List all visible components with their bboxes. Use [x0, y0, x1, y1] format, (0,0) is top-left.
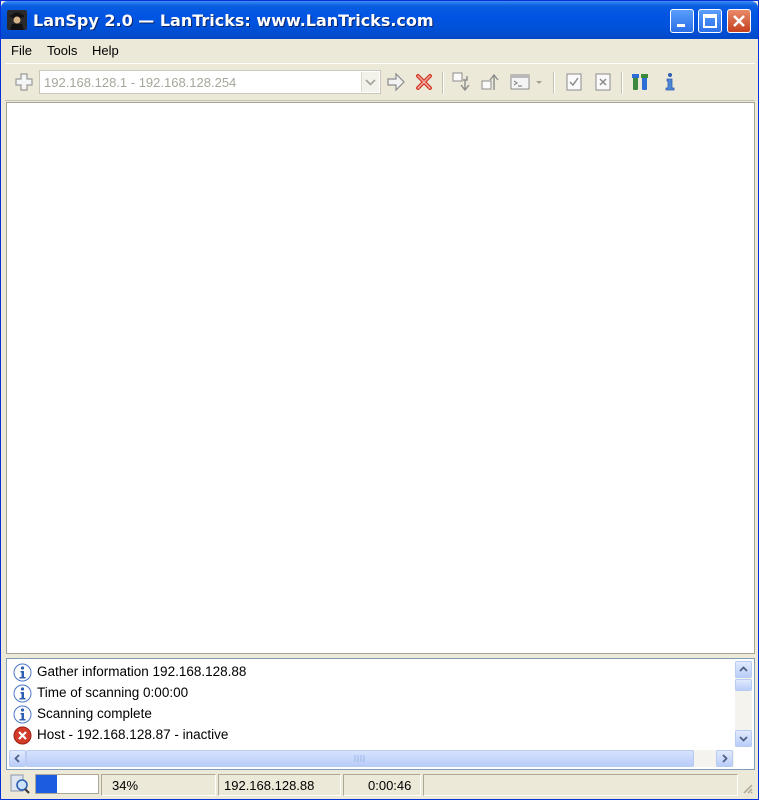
- maximize-button[interactable]: [698, 9, 722, 33]
- progress-percent: 34%: [112, 778, 139, 793]
- scroll-right-button[interactable]: [716, 750, 733, 767]
- scroll-up-button[interactable]: [735, 661, 752, 678]
- vertical-scroll-thumb[interactable]: [735, 679, 752, 691]
- log-entry-text: Host - 192.168.128.87 - inactive: [37, 727, 229, 742]
- log-panel[interactable]: Gather information 192.168.128.88 Time o…: [6, 658, 755, 770]
- info-icon[interactable]: [659, 71, 681, 93]
- import-icon[interactable]: [451, 71, 473, 93]
- toolbar: 192.168.128.1 - 192.168.128.254: [5, 63, 755, 101]
- chevron-up-icon: [739, 666, 748, 672]
- info-icon: [13, 705, 32, 724]
- clear-report-icon[interactable]: [592, 71, 614, 93]
- combo-dropdown-button[interactable]: [361, 72, 379, 92]
- app-window: LanSpy 2.0 — LanTricks: www.LanTricks.co…: [0, 0, 759, 800]
- info-icon: [13, 663, 32, 682]
- chevron-down-icon: [365, 79, 376, 86]
- menu-tools[interactable]: Tools: [47, 43, 77, 58]
- chevron-down-icon: [739, 736, 748, 742]
- dropdown-arrow-icon[interactable]: [533, 71, 545, 93]
- toolbar-separator: [442, 72, 444, 94]
- ip-range-value: 192.168.128.1 - 192.168.128.254: [44, 75, 237, 90]
- scan-progress-bar: [35, 774, 99, 794]
- close-button[interactable]: [727, 9, 751, 33]
- ip-range-combobox[interactable]: 192.168.128.1 - 192.168.128.254: [39, 70, 381, 94]
- tools-icon[interactable]: [630, 71, 652, 93]
- chevron-left-icon: [14, 754, 20, 763]
- add-icon[interactable]: [13, 71, 35, 93]
- log-horizontal-scrollbar[interactable]: [9, 750, 734, 767]
- check-report-icon[interactable]: [563, 71, 585, 93]
- title-bar[interactable]: LanSpy 2.0 — LanTricks: www.LanTricks.co…: [1, 1, 758, 39]
- menu-bar: File Tools Help: [5, 39, 755, 61]
- status-panel-time: 0:00:46: [343, 774, 421, 796]
- minimize-icon: [677, 24, 685, 27]
- log-entry-text: Scanning complete: [37, 706, 152, 721]
- error-icon: [13, 726, 32, 745]
- log-entry-text: Gather information 192.168.128.88: [37, 664, 247, 679]
- scan-progress-fill: [36, 775, 58, 793]
- elapsed-time: 0:00:46: [368, 778, 412, 793]
- scan-magnifier-icon: [10, 774, 30, 794]
- minimize-button[interactable]: [670, 9, 694, 33]
- grip-lines-icon: [354, 755, 365, 762]
- resize-grip-icon[interactable]: [741, 782, 753, 794]
- go-arrow-icon[interactable]: [385, 71, 407, 93]
- status-panel-empty: [423, 774, 738, 796]
- horizontal-scroll-thumb[interactable]: [26, 750, 694, 767]
- menu-help[interactable]: Help: [92, 43, 119, 58]
- terminal-icon[interactable]: [509, 71, 531, 93]
- status-bar: 34% 192.168.128.88 0:00:46: [5, 772, 755, 798]
- scroll-left-button[interactable]: [9, 750, 26, 767]
- current-host: 192.168.128.88: [224, 778, 315, 793]
- spy-app-icon: [7, 10, 27, 30]
- window-title: LanSpy 2.0 — LanTricks: www.LanTricks.co…: [33, 11, 434, 30]
- maximize-icon: [703, 14, 717, 28]
- info-icon: [13, 684, 32, 703]
- toolbar-separator: [621, 72, 623, 94]
- export-icon[interactable]: [480, 71, 502, 93]
- toolbar-separator: [553, 72, 555, 94]
- chevron-right-icon: [722, 754, 728, 763]
- status-panel-host: 192.168.128.88: [218, 774, 341, 796]
- close-icon: [733, 15, 745, 27]
- log-vertical-scrollbar[interactable]: [735, 661, 752, 747]
- host-list-view[interactable]: [6, 102, 755, 654]
- stop-icon[interactable]: [413, 71, 435, 93]
- scroll-down-button[interactable]: [735, 730, 752, 747]
- status-panel-percent: 34%: [101, 774, 216, 796]
- menu-file[interactable]: File: [11, 43, 32, 58]
- log-entry-text: Time of scanning 0:00:00: [37, 685, 189, 700]
